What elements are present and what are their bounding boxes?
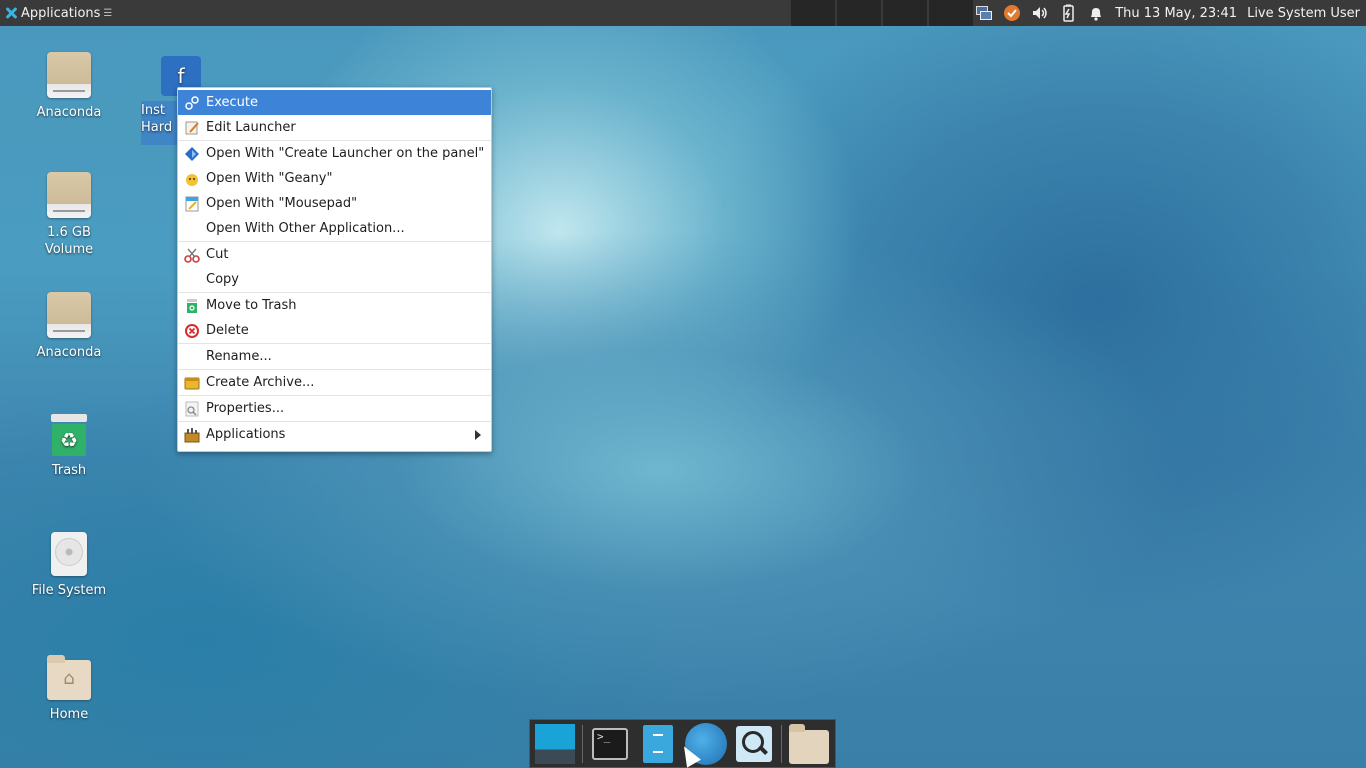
menu-item-label: Delete xyxy=(206,323,249,338)
menu-item-label: Rename... xyxy=(206,349,272,364)
app-finder-button[interactable] xyxy=(733,723,775,765)
workspace-4[interactable] xyxy=(929,0,974,26)
trash-icon xyxy=(183,298,201,314)
trash-icon: ♻ xyxy=(51,414,87,456)
workspace-2[interactable] xyxy=(837,0,882,26)
applications-menu-label: Applications xyxy=(21,5,101,21)
drive-icon xyxy=(47,292,91,338)
menu-item-move-to-trash[interactable]: Move to Trash xyxy=(178,293,491,318)
dock-separator xyxy=(582,724,583,763)
menu-item-label: Open With Other Application... xyxy=(206,221,405,236)
terminal-icon: >_ xyxy=(592,727,628,760)
blank-icon xyxy=(183,221,201,237)
menu-item-label: Edit Launcher xyxy=(206,120,296,135)
menu-item-open-with-geany[interactable]: Open With "Geany" xyxy=(178,166,491,191)
menu-item-label: Properties... xyxy=(206,401,285,416)
desktop-icon-label: Anaconda xyxy=(36,345,102,360)
menu-item-delete[interactable]: Delete xyxy=(178,318,491,343)
show-desktop-button[interactable] xyxy=(534,723,576,765)
menu-item-label: Move to Trash xyxy=(206,298,297,313)
menu-item-label: Open With "Create Launcher on the panel" xyxy=(206,146,485,161)
menu-item-label: Cut xyxy=(206,247,229,262)
applications-menu-button[interactable]: Applications ☰ xyxy=(0,0,116,26)
menu-glyph-icon: ☰ xyxy=(103,7,113,19)
scissors-icon xyxy=(183,247,201,263)
update-icon[interactable] xyxy=(1003,4,1021,22)
hard-disk-icon xyxy=(51,532,87,576)
dock-separator xyxy=(781,724,782,763)
folder-icon xyxy=(789,723,829,764)
system-tray: Thu 13 May, 23:41 Live System User xyxy=(975,4,1366,22)
archive-icon xyxy=(183,375,201,391)
menu-item-copy[interactable]: Copy xyxy=(178,267,491,292)
menu-item-open-with-mousepad[interactable]: Open With "Mousepad" xyxy=(178,191,491,216)
menu-item-applications[interactable]: Applications xyxy=(178,422,491,447)
drive-icon xyxy=(47,172,91,218)
context-menu: Execute Edit Launcher Open With "Create … xyxy=(177,87,492,452)
properties-icon xyxy=(183,401,201,417)
user-menu[interactable]: Live System User xyxy=(1247,6,1360,21)
file-manager-icon xyxy=(643,724,673,763)
clock[interactable]: Thu 13 May, 23:41 xyxy=(1115,6,1237,21)
desktop-icon-file-system[interactable]: File System xyxy=(24,532,114,599)
menu-item-label: Copy xyxy=(206,272,239,287)
menu-item-open-with-other[interactable]: Open With Other Application... xyxy=(178,216,491,241)
volume-icon[interactable] xyxy=(1031,4,1049,22)
applications-icon xyxy=(183,427,201,443)
network-icon[interactable] xyxy=(975,4,993,22)
menu-item-label: Open With "Geany" xyxy=(206,171,333,186)
menu-item-cut[interactable]: Cut xyxy=(178,242,491,267)
execute-icon xyxy=(183,95,201,111)
desktop-icon-label: Home xyxy=(49,707,89,722)
dock-panel: >_ xyxy=(529,719,836,768)
workspace-1[interactable] xyxy=(791,0,836,26)
home-folder-icon: ⌂ xyxy=(47,655,91,700)
desktop-icon-trash[interactable]: ♻ Trash xyxy=(24,414,114,479)
desktop-icon-label: Inst Hard xyxy=(141,103,173,135)
workspace-3[interactable] xyxy=(883,0,928,26)
geany-icon xyxy=(183,171,201,187)
file-manager-button[interactable] xyxy=(637,723,679,765)
menu-item-execute[interactable]: Execute xyxy=(178,90,491,115)
desktop-icon-volume[interactable]: 1.6 GB Volume xyxy=(24,172,114,258)
terminal-button[interactable]: >_ xyxy=(589,723,631,765)
delete-icon xyxy=(183,323,201,339)
desktop-icon-home[interactable]: ⌂ Home xyxy=(24,655,114,723)
desktop-icon-label: Trash xyxy=(51,463,87,478)
notification-bell-icon[interactable] xyxy=(1087,4,1105,22)
mousepad-icon xyxy=(183,196,201,212)
menu-item-rename[interactable]: Rename... xyxy=(178,344,491,369)
top-panel: Applications ☰ Thu 13 May, 23:41 Live Sy… xyxy=(0,0,1366,26)
desktop-icon-label: Anaconda xyxy=(36,105,102,120)
desktop-icon-label: 1.6 GB Volume xyxy=(44,225,94,257)
desktop-icon-anaconda-1[interactable]: Anaconda xyxy=(24,52,114,121)
menu-item-properties[interactable]: Properties... xyxy=(178,396,491,421)
menu-item-open-with-create-launcher[interactable]: Open With "Create Launcher on the panel" xyxy=(178,141,491,166)
app-finder-icon xyxy=(736,725,772,762)
edit-icon xyxy=(183,120,201,136)
folder-button[interactable] xyxy=(788,723,830,765)
desktop-icon-label: File System xyxy=(31,583,107,598)
menu-item-create-archive[interactable]: Create Archive... xyxy=(178,370,491,395)
menu-item-edit-launcher[interactable]: Edit Launcher xyxy=(178,115,491,140)
menu-item-label: Execute xyxy=(206,95,258,110)
drive-icon xyxy=(47,52,91,98)
menu-item-label: Applications xyxy=(206,427,286,442)
workspace-switcher[interactable] xyxy=(791,0,975,26)
web-browser-button[interactable] xyxy=(685,722,727,765)
xfce-logo-icon xyxy=(4,6,18,20)
blank-icon xyxy=(183,272,201,288)
menu-item-label: Create Archive... xyxy=(206,375,315,390)
launcher-icon xyxy=(183,146,201,162)
menu-item-label: Open With "Mousepad" xyxy=(206,196,358,211)
show-desktop-icon xyxy=(535,723,575,764)
blank-icon xyxy=(183,349,201,365)
submenu-arrow-icon xyxy=(475,430,481,440)
battery-icon[interactable] xyxy=(1059,4,1077,22)
desktop-icon-anaconda-2[interactable]: Anaconda xyxy=(24,292,114,361)
web-browser-icon xyxy=(685,722,727,765)
